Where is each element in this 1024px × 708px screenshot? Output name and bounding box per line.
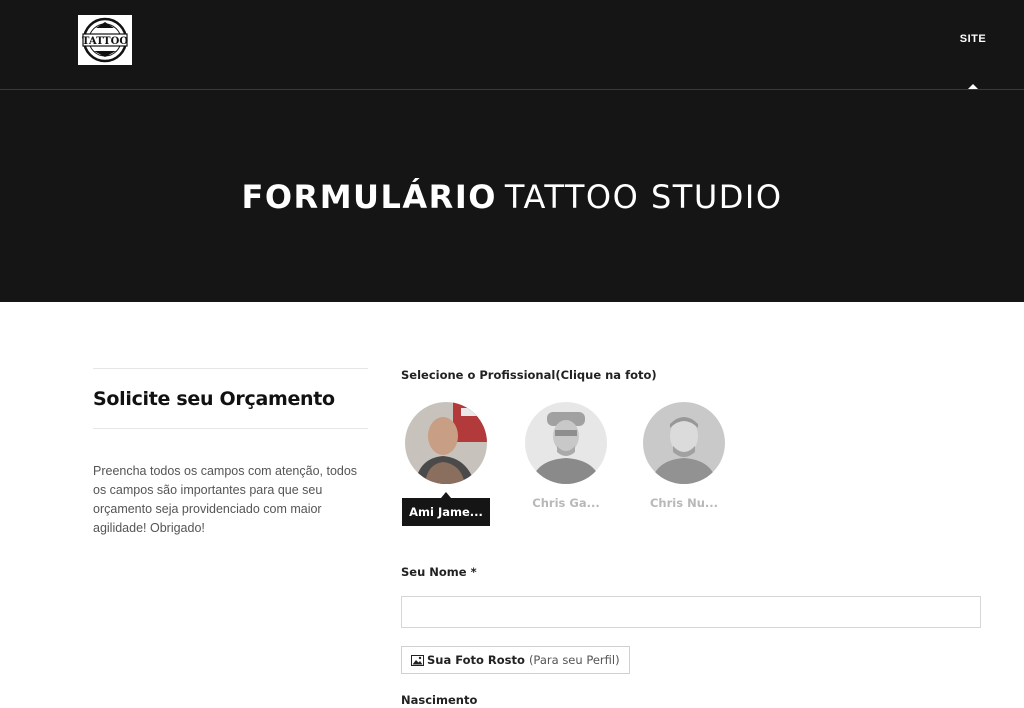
name-field-label: Seu Nome * bbox=[401, 565, 477, 579]
tattoo-logo-icon: TATTOO bbox=[82, 17, 128, 63]
quote-form: Selecione o Profissional(Clique na foto)… bbox=[401, 368, 983, 707]
avatar[interactable] bbox=[643, 402, 725, 484]
page-hero: FORMULÁRIO TATTOO STUDIO bbox=[0, 90, 1024, 302]
avatar[interactable] bbox=[525, 402, 607, 484]
sidebar-title: Solicite seu Orçamento bbox=[93, 388, 335, 410]
image-icon bbox=[411, 654, 424, 666]
upload-face-photo-button[interactable]: Sua Foto Rosto (Para seu Perfil) bbox=[401, 646, 630, 674]
professional-name: Chris Ga... bbox=[532, 496, 600, 510]
person-photo-icon bbox=[405, 402, 487, 484]
professional-option-chris-ga[interactable]: Chris Ga... bbox=[516, 402, 616, 510]
page-title: FORMULÁRIO TATTOO STUDIO bbox=[241, 178, 782, 216]
sidebar-description: Preencha todos os campos com atenção, to… bbox=[93, 464, 358, 535]
professional-name: Chris Nu... bbox=[649, 496, 718, 510]
logo-text: TATTOO bbox=[82, 36, 128, 47]
birth-date-label: Nascimento bbox=[401, 693, 478, 707]
divider bbox=[93, 428, 368, 429]
name-input[interactable] bbox=[401, 596, 981, 628]
studio-logo[interactable]: TATTOO bbox=[78, 15, 132, 65]
professional-option-chris-nu[interactable]: Chris Nu... bbox=[634, 402, 734, 510]
select-professional-label: Selecione o Profissional(Clique na foto) bbox=[401, 368, 657, 382]
professional-name: Ami Jame... bbox=[402, 492, 490, 526]
upload-button-hint: (Para seu Perfil) bbox=[528, 653, 620, 667]
nav-active-indicator bbox=[968, 84, 978, 89]
nav-item-site[interactable]: SITE bbox=[950, 33, 996, 45]
top-navbar: TATTOO SITE bbox=[0, 0, 1024, 90]
person-photo-icon bbox=[643, 402, 725, 484]
person-photo-icon bbox=[525, 402, 607, 484]
professional-option-ami[interactable]: Ami Jame... bbox=[396, 402, 496, 526]
professional-picker: Ami Jame... Chris Ga... Chris Nu... bbox=[401, 402, 761, 532]
page-title-bold: FORMULÁRIO bbox=[241, 178, 497, 216]
page-title-light: TATTOO STUDIO bbox=[504, 178, 783, 216]
upload-button-label: Sua Foto Rosto bbox=[427, 653, 525, 667]
sidebar: Solicite seu Orçamento Preencha todos os… bbox=[93, 368, 368, 538]
avatar[interactable] bbox=[405, 402, 487, 484]
